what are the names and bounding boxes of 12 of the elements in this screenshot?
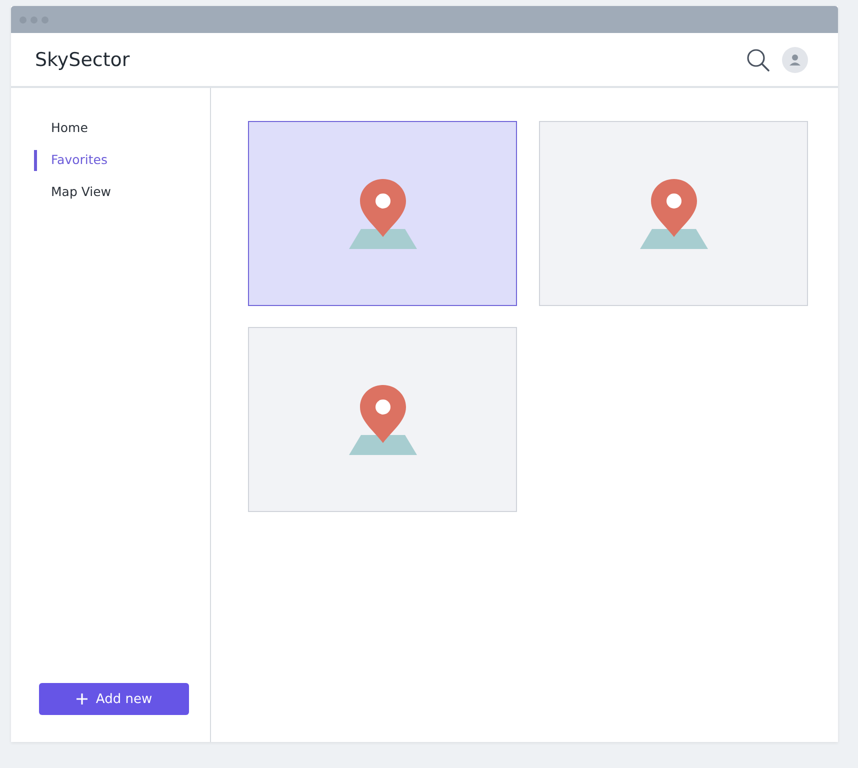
map-pin-icon [640,178,708,248]
user-avatar-icon[interactable] [782,46,808,72]
plus-icon [76,693,88,705]
location-card[interactable] [248,121,517,306]
map-pin-icon [348,384,416,454]
search-icon[interactable] [746,48,770,72]
add-new-button[interactable]: Add new [39,683,189,715]
app-title: SkySector [35,48,130,70]
sidebar-item[interactable]: Favorites [34,150,210,171]
sidebar-item[interactable]: Home [34,118,210,139]
sidebar-item[interactable]: Map View [34,182,210,203]
map-pin-icon [348,178,416,248]
